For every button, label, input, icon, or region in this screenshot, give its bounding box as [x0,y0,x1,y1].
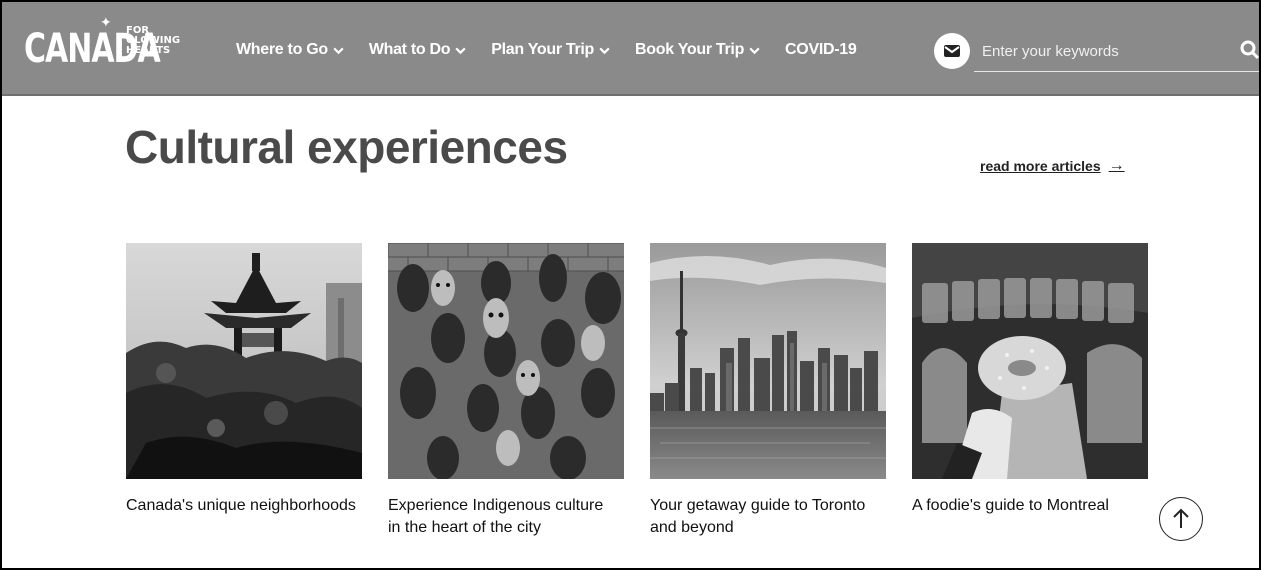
card-title: Canada's unique neighborhoods [126,497,356,514]
article-card[interactable]: Canada's unique neighborhoods [126,243,362,517]
section-title: Cultural experiences [125,121,568,173]
card-title: Experience Indigenous culture in the hea… [388,497,604,536]
newsletter-button[interactable] [934,33,970,69]
card-title: Your getaway guide to Toronto and beyond [650,497,866,536]
nav-covid-19[interactable]: COVID-19 [785,38,857,62]
nav-label: Book Your Trip [635,41,745,58]
envelope-icon [944,45,960,57]
chevron-down-icon [455,47,466,54]
card-image-bagel [912,243,1148,479]
arrow-up-icon [1173,508,1189,528]
chevron-down-icon [749,47,760,54]
tagline-line: HEARTS [126,45,171,56]
back-to-top-button[interactable] [1159,497,1203,541]
article-card[interactable]: Experience Indigenous culture in the hea… [388,243,624,539]
tagline: FOR GLOWING HEARTS [126,26,206,56]
nav-label: COVID-19 [785,41,857,58]
arrow-right-icon: → [1108,157,1125,174]
search-icon[interactable] [1240,40,1260,60]
site-header: CANADA ✦ FOR GLOWING HEARTS Where to Go … [2,2,1259,96]
nav-plan-your-trip[interactable]: Plan Your Trip [491,38,611,62]
read-more-articles-link[interactable]: read more articles → [980,157,1125,175]
nav-label: Plan Your Trip [491,41,595,58]
nav-where-to-go[interactable]: Where to Go [236,38,345,62]
nav-what-to-do[interactable]: What to Do [369,38,467,62]
page-frame: CANADA ✦ FOR GLOWING HEARTS Where to Go … [0,0,1261,570]
article-card[interactable]: A foodie's guide to Montreal [912,243,1148,517]
read-more-label: read more articles [980,158,1101,174]
card-image-toronto [650,243,886,479]
article-card[interactable]: Your getaway guide to Toronto and beyond [650,243,886,539]
article-cards: Canada's unique neighborhoods Experience… [126,243,1156,568]
chevron-down-icon [599,47,610,54]
nav-label: What to Do [368,41,451,58]
nav-book-your-trip[interactable]: Book Your Trip [635,38,761,62]
card-image-pagoda [126,243,362,479]
card-image-masks [388,243,624,479]
card-title: A foodie's guide to Montreal [912,497,1109,514]
maple-leaf-icon: ✦ [100,14,112,30]
search-input[interactable] [982,38,1222,64]
main-nav: Where to Go What to Do Plan Your Trip Bo… [236,38,880,62]
search-bar [974,32,1260,72]
nav-label: Where to Go [236,41,328,58]
chevron-down-icon [333,47,344,54]
